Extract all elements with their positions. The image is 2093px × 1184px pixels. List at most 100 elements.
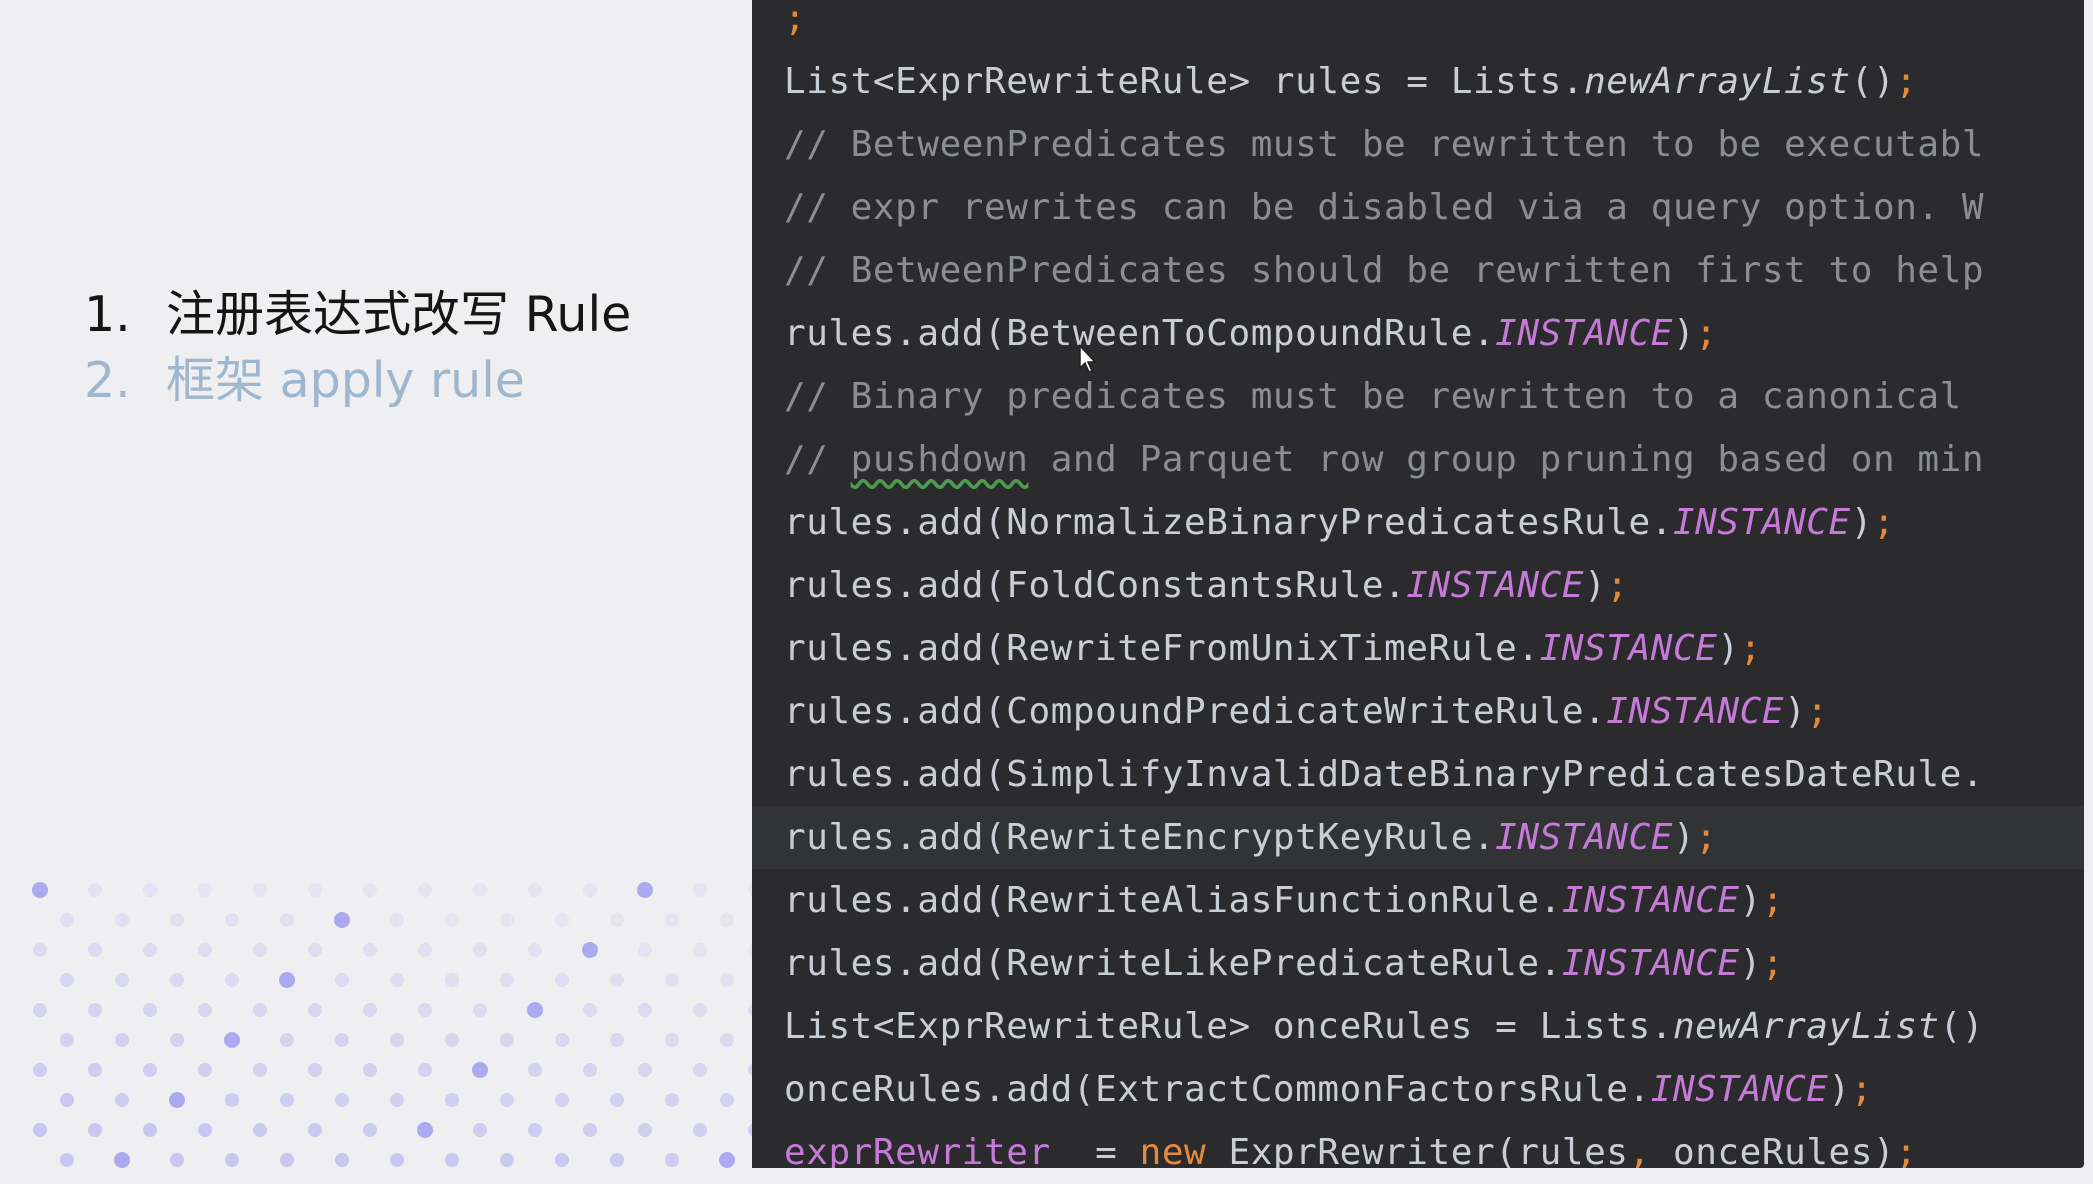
- agenda-list: 1. 注册表达式改写 Rule 2. 框架 apply rule: [84, 282, 631, 414]
- code-line[interactable]: rules.add(RewriteLikePredicateRule.INSTA…: [752, 932, 2084, 995]
- decorative-dot: [527, 1002, 543, 1018]
- decorative-dot: [693, 1123, 707, 1137]
- decorative-dot: [363, 943, 377, 957]
- decorative-dot: [418, 1063, 432, 1077]
- agenda-item-text: 注册表达式改写 Rule: [166, 286, 632, 343]
- code-token: rules.add(CompoundPredicateWriteRule.: [784, 691, 1607, 732]
- decorative-dot: [390, 1093, 404, 1107]
- code-line[interactable]: // expr rewrites can be disabled via a q…: [752, 176, 2084, 239]
- code-line[interactable]: rules.add(BetweenToCompoundRule.INSTANCE…: [752, 302, 2084, 365]
- decorative-dot: [88, 1063, 102, 1077]
- code-token: ): [1784, 691, 1807, 732]
- decorative-dot: [198, 1123, 212, 1137]
- decorative-dot: [198, 883, 212, 897]
- code-line[interactable]: rules.add(NormalizeBinaryPredicatesRule.…: [752, 491, 2084, 554]
- decorative-dot: [583, 1123, 597, 1137]
- decorative-dot: [114, 1152, 130, 1168]
- code-token: // Binary predicates must be rewritten t…: [784, 376, 1962, 417]
- code-line[interactable]: exprRewriter_ = new ExprRewriter(rules, …: [752, 1121, 2084, 1168]
- code-token: INSTANCE: [1539, 628, 1718, 669]
- decorative-dot: [555, 1093, 569, 1107]
- decorative-dot: [610, 913, 624, 927]
- code-line[interactable]: List<ExprRewriteRule> onceRules = Lists.…: [752, 995, 2084, 1058]
- code-line[interactable]: ;: [752, 0, 2084, 50]
- decorative-dot: [418, 883, 432, 897]
- decorative-dot: [500, 913, 514, 927]
- code-line[interactable]: onceRules.add(ExtractCommonFactorsRule.I…: [752, 1058, 2084, 1121]
- decorative-dot: [500, 973, 514, 987]
- code-token: ;: [1761, 880, 1785, 921]
- decorative-dot: [610, 1033, 624, 1047]
- code-token: INSTANCE: [1606, 691, 1785, 732]
- decorative-dot: [418, 1003, 432, 1017]
- decorative-dot: [610, 1093, 624, 1107]
- decorative-dot: [555, 913, 569, 927]
- decorative-dot: [143, 1003, 157, 1017]
- code-line[interactable]: // Binary predicates must be rewritten t…: [752, 365, 2084, 428]
- decorative-dot: [60, 973, 74, 987]
- code-line[interactable]: rules.add(RewriteAliasFunctionRule.INSTA…: [752, 869, 2084, 932]
- decorative-dot: [225, 973, 239, 987]
- code-token: //: [784, 439, 851, 480]
- decorative-dot: [308, 883, 322, 897]
- decorative-dot: [88, 943, 102, 957]
- decorative-dot: [528, 1123, 542, 1137]
- code-token: ): [1672, 817, 1696, 858]
- code-line[interactable]: // BetweenPredicates should be rewritten…: [752, 239, 2084, 302]
- code-token: INSTANCE: [1561, 880, 1740, 921]
- code-token: rules.add(RewriteAliasFunctionRule.: [784, 880, 1562, 921]
- decorative-dot: [280, 1033, 294, 1047]
- decorative-dot: [308, 1123, 322, 1137]
- decorative-dot: [334, 912, 350, 928]
- code-token: onceRules.add(ExtractCommonFactorsRule.: [784, 1069, 1651, 1110]
- code-lines: ; List<ExprRewriteRule> rules = Lists.new…: [752, 0, 2084, 1168]
- decorative-dot: [115, 973, 129, 987]
- code-line[interactable]: List<ExprRewriteRule> rules = Lists.newA…: [752, 50, 2084, 113]
- decorative-dot: [143, 1063, 157, 1077]
- code-token: exprRewriter_: [784, 1132, 1073, 1168]
- decorative-dot: [610, 973, 624, 987]
- decorative-dot: [88, 1003, 102, 1017]
- code-line[interactable]: rules.add(RewriteEncryptKeyRule.INSTANCE…: [752, 806, 2084, 869]
- code-line[interactable]: rules.add(CompoundPredicateWriteRule.INS…: [752, 680, 2084, 743]
- code-token: INSTANCE: [1672, 502, 1851, 543]
- decorative-dot: [473, 943, 487, 957]
- code-token: rules.add(SimplifyInvalidDateBinaryPredi…: [784, 754, 1985, 795]
- code-line[interactable]: // pushdown and Parquet row group prunin…: [752, 428, 2084, 491]
- decorative-dot: [583, 883, 597, 897]
- decorative-dot: [225, 913, 239, 927]
- code-token: ExprRewriter(rules: [1206, 1132, 1629, 1168]
- decorative-dot: [308, 943, 322, 957]
- decorative-dot: [500, 1153, 514, 1167]
- agenda-item-number: 1.: [84, 286, 131, 343]
- decorative-dot: [555, 973, 569, 987]
- decorative-dot: [170, 1153, 184, 1167]
- code-token: ): [1850, 502, 1873, 543]
- decorative-dot: [473, 1003, 487, 1017]
- decorative-dot: [253, 1063, 267, 1077]
- code-token: rules.add(RewriteFromUnixTimeRule.: [784, 628, 1540, 669]
- code-line[interactable]: // BetweenPredicates must be rewritten t…: [752, 113, 2084, 176]
- decorative-dot: [363, 1003, 377, 1017]
- decorative-dot: [693, 943, 707, 957]
- code-token: rules.add(BetweenToCompoundRule.: [784, 313, 1496, 354]
- decorative-dot: [115, 913, 129, 927]
- code-token: =: [1072, 1132, 1140, 1168]
- decorative-dot: [335, 1153, 349, 1167]
- decorative-dot: [224, 1032, 240, 1048]
- decorative-dot: [555, 1153, 569, 1167]
- decorative-dot: [637, 882, 653, 898]
- decorative-dot: [60, 1093, 74, 1107]
- decorative-dot: [528, 1063, 542, 1077]
- code-editor[interactable]: ; List<ExprRewriteRule> rules = Lists.new…: [752, 0, 2084, 1168]
- code-line[interactable]: rules.add(FoldConstantsRule.INSTANCE);: [752, 554, 2084, 617]
- agenda-item-1: 1. 注册表达式改写 Rule: [84, 282, 631, 348]
- code-token: rules.add(FoldConstantsRule.: [784, 565, 1407, 606]
- decorative-dot: [390, 1153, 404, 1167]
- decorative-dot: [720, 1033, 734, 1047]
- code-line[interactable]: rules.add(RewriteFromUnixTimeRule.INSTAN…: [752, 617, 2084, 680]
- code-line[interactable]: rules.add(SimplifyInvalidDateBinaryPredi…: [752, 743, 2084, 806]
- decorative-dot: [445, 913, 459, 927]
- decorative-dot: [363, 1123, 377, 1137]
- decorative-dot: [225, 1093, 239, 1107]
